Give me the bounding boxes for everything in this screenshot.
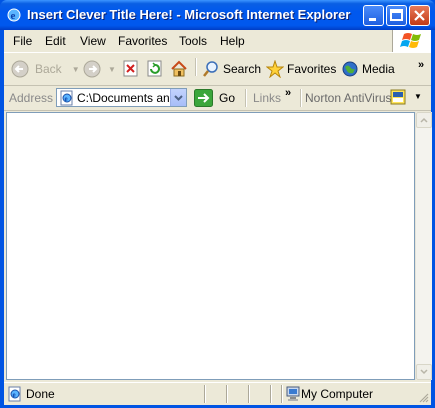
menu-favorites[interactable]: Favorites xyxy=(118,34,167,48)
address-url: C:\Documents and Settings xyxy=(77,91,169,105)
norton-dropdown-icon[interactable]: ▼ xyxy=(414,92,422,101)
minimize-button[interactable] xyxy=(363,5,384,26)
svg-text:e: e xyxy=(65,95,68,103)
norton-separator xyxy=(300,89,302,107)
page-done-icon: e xyxy=(8,386,21,402)
address-dropdown-button[interactable] xyxy=(170,89,186,106)
chevron-down-icon xyxy=(174,95,183,101)
links-chevron-icon[interactable]: » xyxy=(285,87,291,99)
go-button[interactable]: Go xyxy=(194,88,235,108)
search-icon xyxy=(203,61,218,77)
status-separator xyxy=(226,385,228,403)
go-arrow-icon xyxy=(194,89,213,107)
home-button[interactable] xyxy=(170,58,189,80)
svg-text:e: e xyxy=(13,391,16,399)
stop-button[interactable] xyxy=(123,58,139,80)
norton-icon[interactable] xyxy=(390,89,406,106)
favorites-star-icon xyxy=(266,60,284,78)
links-label[interactable]: Links xyxy=(253,91,281,105)
window-title: Insert Clever Title Here! - Microsoft In… xyxy=(27,7,351,22)
address-separator xyxy=(245,89,247,107)
status-separator xyxy=(204,385,206,403)
page-content[interactable] xyxy=(6,112,415,380)
refresh-button[interactable] xyxy=(147,58,163,80)
forward-arrow-icon xyxy=(83,60,101,78)
back-button[interactable]: Back ▼ xyxy=(10,58,80,80)
close-icon xyxy=(414,10,425,21)
back-label: Back xyxy=(35,62,62,76)
search-label: Search xyxy=(223,62,262,76)
page-icon: e xyxy=(60,90,73,106)
status-separator xyxy=(248,385,250,403)
windows-logo xyxy=(392,30,431,52)
vertical-scrollbar[interactable] xyxy=(415,112,432,380)
zone-label: My Computer xyxy=(301,387,374,401)
address-label: Address xyxy=(9,91,54,105)
menu-bar: File Edit View Favorites Tools Help xyxy=(4,30,431,53)
status-separator xyxy=(281,385,283,403)
menu-file[interactable]: File xyxy=(13,34,32,48)
windows-flag-icon xyxy=(400,33,421,48)
standard-toolbar: Back ▼ ▼ Search Favorites Media » xyxy=(4,53,431,86)
scroll-up-button[interactable] xyxy=(416,112,432,128)
maximize-icon xyxy=(390,9,403,21)
toolbar-separator xyxy=(195,58,197,76)
go-label: Go xyxy=(219,91,236,105)
resize-grip-icon[interactable] xyxy=(418,392,430,404)
forward-button[interactable]: ▼ xyxy=(82,58,116,80)
search-button[interactable]: Search xyxy=(202,58,261,80)
media-label: Media xyxy=(362,62,395,76)
refresh-icon xyxy=(147,60,162,77)
toolbar-chevron-icon[interactable]: » xyxy=(418,54,424,76)
stop-icon xyxy=(123,60,138,77)
my-computer-icon xyxy=(286,386,300,401)
menu-tools[interactable]: Tools xyxy=(179,34,207,48)
favorites-label: Favorites xyxy=(287,62,337,76)
back-arrow-icon xyxy=(11,60,29,78)
media-globe-icon xyxy=(342,61,358,77)
internet-explorer-icon: e xyxy=(7,8,21,22)
menu-view[interactable]: View xyxy=(80,34,106,48)
minimize-icon xyxy=(369,18,376,21)
media-button[interactable]: Media xyxy=(341,58,395,80)
scroll-down-button[interactable] xyxy=(416,364,432,380)
favorites-button[interactable]: Favorites xyxy=(266,58,336,80)
browser-window: e Insert Clever Title Here! - Microsoft … xyxy=(0,0,435,408)
title-bar[interactable]: e Insert Clever Title Here! - Microsoft … xyxy=(0,0,435,30)
menu-edit[interactable]: Edit xyxy=(45,34,66,48)
forward-dropdown-icon[interactable]: ▼ xyxy=(108,65,116,74)
close-button[interactable] xyxy=(409,5,430,26)
address-bar: Address e C:\Documents and Settings Go xyxy=(4,86,431,111)
back-dropdown-icon[interactable]: ▼ xyxy=(72,65,80,74)
status-separator xyxy=(270,385,272,403)
menu-help[interactable]: Help xyxy=(220,34,245,48)
chevron-up-icon xyxy=(420,117,428,123)
svg-text:e: e xyxy=(11,10,16,22)
status-text: Done xyxy=(26,387,55,401)
status-bar: e Done My Computer xyxy=(4,382,431,405)
address-input[interactable]: e C:\Documents and Settings xyxy=(56,88,187,107)
chevron-down-icon xyxy=(420,369,428,375)
maximize-button[interactable] xyxy=(386,5,407,26)
home-icon xyxy=(171,60,187,77)
norton-antivirus-label[interactable]: Norton AntiVirus xyxy=(305,91,392,105)
window-body: File Edit View Favorites Tools Help Back… xyxy=(4,30,432,405)
